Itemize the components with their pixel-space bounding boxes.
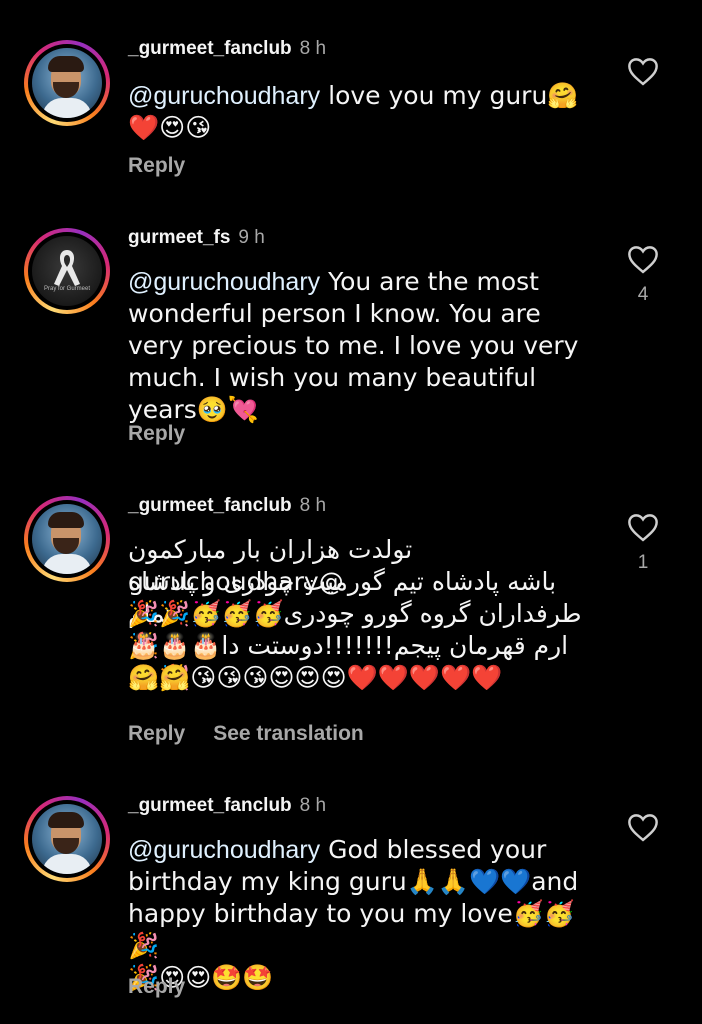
comment-text: @guruchoudhary You are the most wonderfu… <box>128 266 598 426</box>
mention-link[interactable]: @guruchoudhary <box>128 82 320 110</box>
comment-actions: Reply <box>128 422 213 446</box>
comment-time: 8 h <box>299 38 327 59</box>
comment-username[interactable]: _gurmeet_fanclub 8 h <box>128 495 326 517</box>
comment-username[interactable]: _gurmeet_fanclub 8 h <box>128 795 326 817</box>
heart-icon[interactable] <box>626 244 660 274</box>
username-label[interactable]: _gurmeet_fanclub <box>128 38 292 59</box>
avatar[interactable] <box>24 496 110 582</box>
like-count: 1 <box>637 552 649 573</box>
comment-actions: Reply <box>128 154 213 178</box>
comment-actions: Reply <box>128 975 213 999</box>
heart-icon[interactable] <box>626 812 660 842</box>
comment-time: 8 h <box>299 495 327 516</box>
see-translation-button[interactable]: See translation <box>213 722 364 745</box>
comment-actions: Reply See translation <box>128 722 392 746</box>
reply-button[interactable]: Reply <box>128 154 185 177</box>
mention-link[interactable]: @guruchoudhary <box>128 268 320 296</box>
reply-button[interactable]: Reply <box>128 975 185 998</box>
comment-time: 8 h <box>299 795 327 816</box>
comment-username[interactable]: _gurmeet_fanclub 8 h <box>128 38 326 60</box>
comment-time: 9 h <box>238 227 265 248</box>
comment-emojis: ❤️😍😘 <box>128 113 212 142</box>
comment-text: @guruchoudhary God blessed your birthday… <box>128 834 598 994</box>
comment-text: @guruchoudhary love you my guru🤗 ❤️😍😘 <box>128 80 598 144</box>
ribbon-icon <box>54 250 80 286</box>
avatar-caption: Pray for Gurmeet <box>43 286 90 292</box>
username-label[interactable]: _gurmeet_fanclub <box>128 495 292 516</box>
username-label[interactable]: _gurmeet_fanclub <box>128 795 292 816</box>
avatar[interactable] <box>24 796 110 882</box>
heart-icon[interactable] <box>626 512 660 542</box>
reply-button[interactable]: Reply <box>128 422 185 445</box>
avatar[interactable] <box>24 40 110 126</box>
heart-icon[interactable] <box>626 56 660 86</box>
reply-button[interactable]: Reply <box>128 722 185 745</box>
comment-body: love you my guru🤗 <box>320 81 579 110</box>
mention-link[interactable]: @guruchoudhary <box>128 836 320 864</box>
username-label[interactable]: gurmeet_fs <box>128 227 230 248</box>
like-count: 4 <box>637 284 649 305</box>
comment-username[interactable]: gurmeet_fs 9 h <box>128 227 265 249</box>
avatar[interactable]: Pray for Gurmeet <box>24 228 110 314</box>
comment-text-line-5: 🤗🤗😘😘😘😍😍😍❤️❤️❤️❤️❤️ <box>128 663 503 692</box>
